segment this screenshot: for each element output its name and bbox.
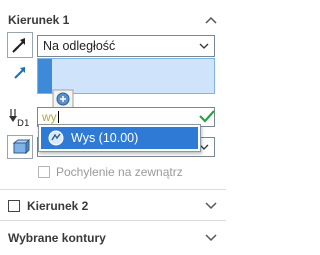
end-condition-value: Na odległość — [43, 39, 116, 53]
draft-icon — [12, 139, 30, 155]
confirm-check-icon[interactable] — [199, 108, 215, 124]
text-cursor — [58, 111, 59, 123]
section-header-direction-2[interactable]: Kierunek 2 — [0, 194, 226, 218]
section-header-selected-contours[interactable]: Wybrane kontury — [0, 226, 226, 250]
draft-outward-checkbox[interactable] — [38, 166, 50, 178]
divider — [0, 220, 226, 221]
autocomplete-item-label: Wys (10.00) — [71, 131, 139, 145]
draft-outward-label: Pochylenie na zewnątrz — [56, 165, 183, 179]
divider — [0, 189, 226, 190]
autocomplete-item[interactable]: Wys (10.00) — [41, 127, 198, 149]
autocomplete-dropdown: Wys (10.00) — [38, 124, 201, 152]
direction-2-checkbox[interactable] — [8, 200, 20, 212]
equation-icon — [47, 129, 65, 147]
chevron-up-icon[interactable] — [204, 13, 218, 27]
selection-active-strip — [38, 59, 52, 93]
chevron-down-icon[interactable] — [204, 231, 218, 245]
reverse-direction-icon — [12, 38, 25, 53]
property-manager-panel: Kierunek 1 Na odległość D1 wy Wys (10.00… — [0, 0, 226, 255]
chevron-down-icon — [198, 40, 210, 52]
svg-text:D1: D1 — [17, 119, 30, 129]
draft-toggle-button[interactable] — [7, 135, 33, 159]
section-title: Kierunek 2 — [27, 199, 89, 213]
direction-arrow-icon — [10, 63, 30, 83]
section-title: Wybrane kontury — [8, 231, 106, 245]
end-condition-select[interactable]: Na odległość — [37, 35, 215, 57]
chevron-down-icon[interactable] — [204, 199, 218, 213]
reverse-direction-button[interactable] — [7, 32, 33, 58]
depth-d1-icon: D1 — [7, 106, 33, 130]
equation-pin-icon[interactable] — [52, 89, 74, 109]
section-header-direction-1[interactable]: Kierunek 1 — [0, 8, 226, 32]
section-title: Kierunek 1 — [8, 13, 70, 27]
depth-input-value: wy — [42, 110, 57, 124]
